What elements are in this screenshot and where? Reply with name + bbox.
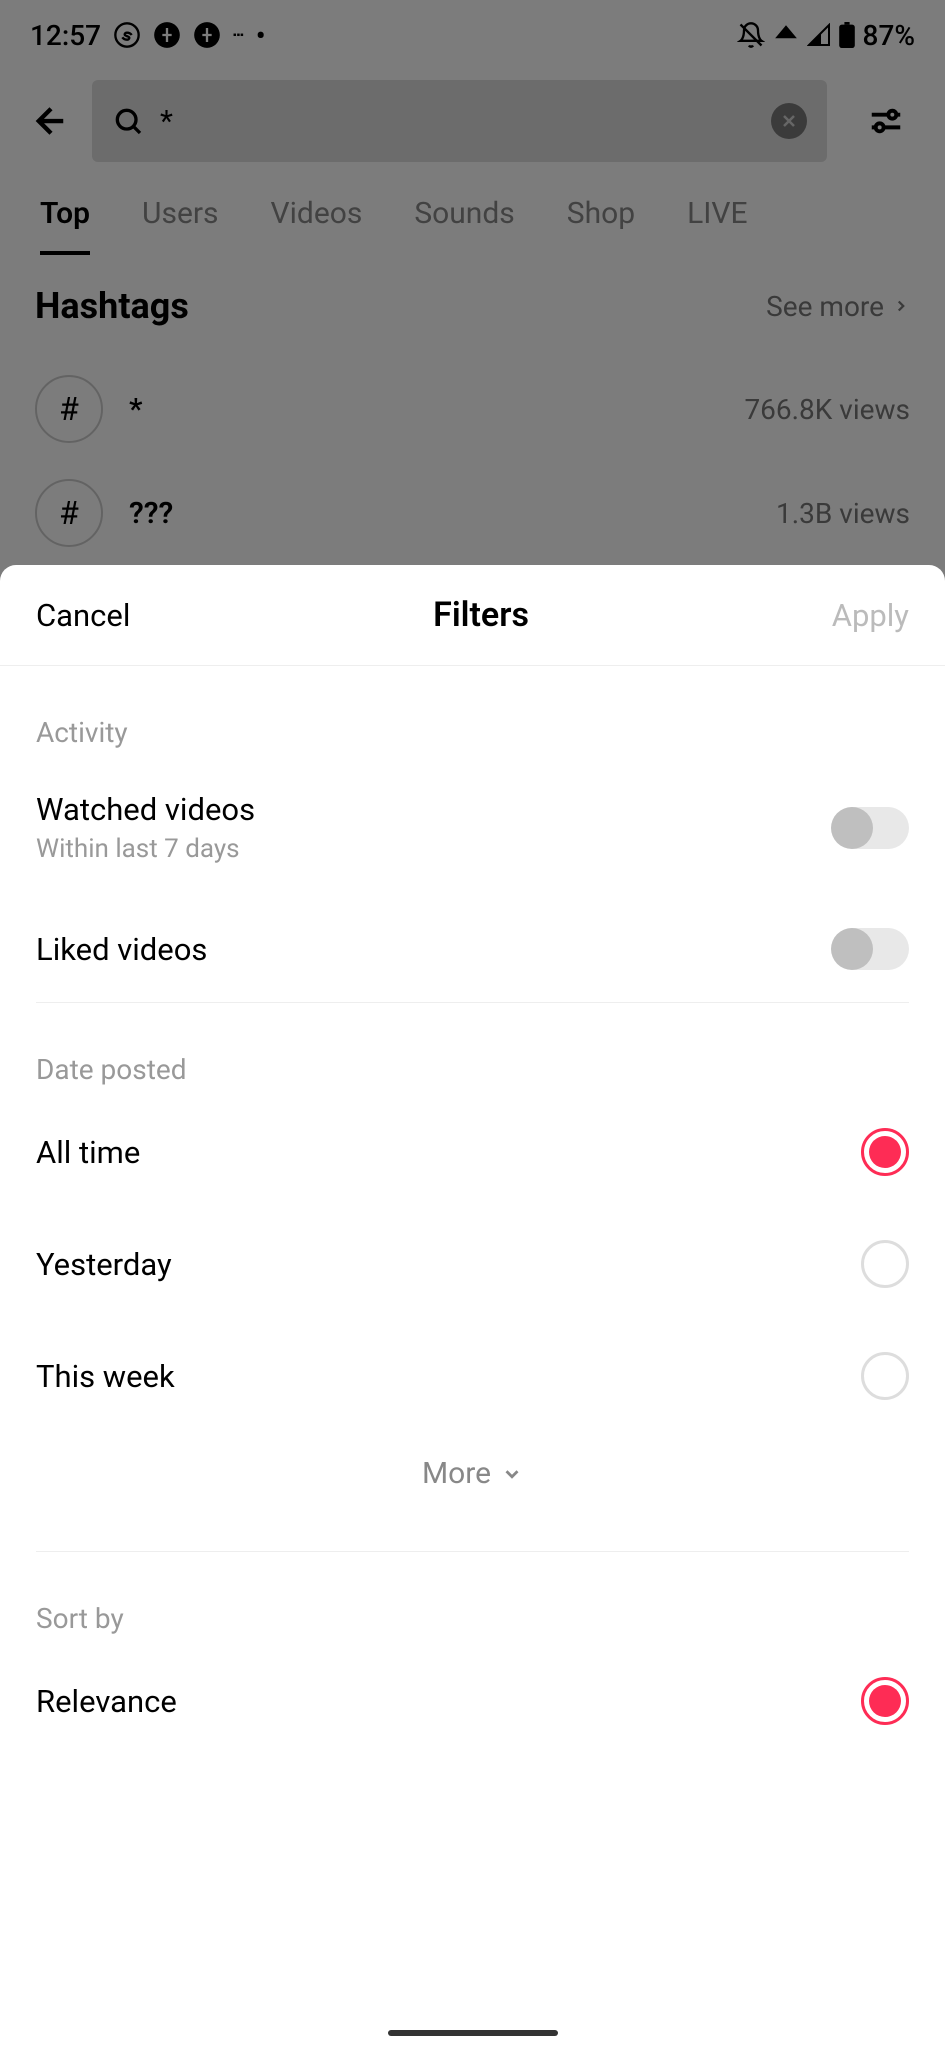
watched-videos-sublabel: Within last 7 days <box>36 834 255 864</box>
radio-all-time[interactable] <box>861 1128 909 1176</box>
date-yesterday-row[interactable]: Yesterday <box>36 1208 909 1320</box>
watched-videos-row: Watched videos Within last 7 days <box>36 759 909 896</box>
filters-sheet: Cancel Filters Apply Activity Watched vi… <box>0 565 945 2048</box>
date-this-week-row[interactable]: This week <box>36 1320 909 1432</box>
liked-videos-row: Liked videos <box>36 896 909 1002</box>
liked-videos-toggle[interactable] <box>833 928 909 970</box>
date-option-label: Yesterday <box>36 1246 172 1283</box>
more-button[interactable]: More <box>36 1432 909 1551</box>
watched-videos-label: Watched videos <box>36 791 255 828</box>
radio-yesterday[interactable] <box>861 1240 909 1288</box>
date-option-label: All time <box>36 1134 140 1171</box>
date-option-label: This week <box>36 1358 175 1395</box>
sort-relevance-row[interactable]: Relevance <box>36 1645 909 1757</box>
watched-videos-toggle[interactable] <box>833 807 909 849</box>
chevron-down-icon <box>501 1463 523 1485</box>
date-posted-group-label: Date posted <box>36 1003 909 1096</box>
nav-handle[interactable] <box>388 2030 558 2036</box>
apply-button[interactable]: Apply <box>832 597 909 634</box>
radio-this-week[interactable] <box>861 1352 909 1400</box>
date-all-time-row[interactable]: All time <box>36 1096 909 1208</box>
sort-option-label: Relevance <box>36 1683 177 1720</box>
radio-relevance[interactable] <box>861 1677 909 1725</box>
cancel-button[interactable]: Cancel <box>36 597 130 634</box>
activity-group-label: Activity <box>36 666 909 759</box>
liked-videos-label: Liked videos <box>36 931 207 968</box>
sort-by-group-label: Sort by <box>36 1552 909 1645</box>
sheet-title: Filters <box>433 595 529 635</box>
